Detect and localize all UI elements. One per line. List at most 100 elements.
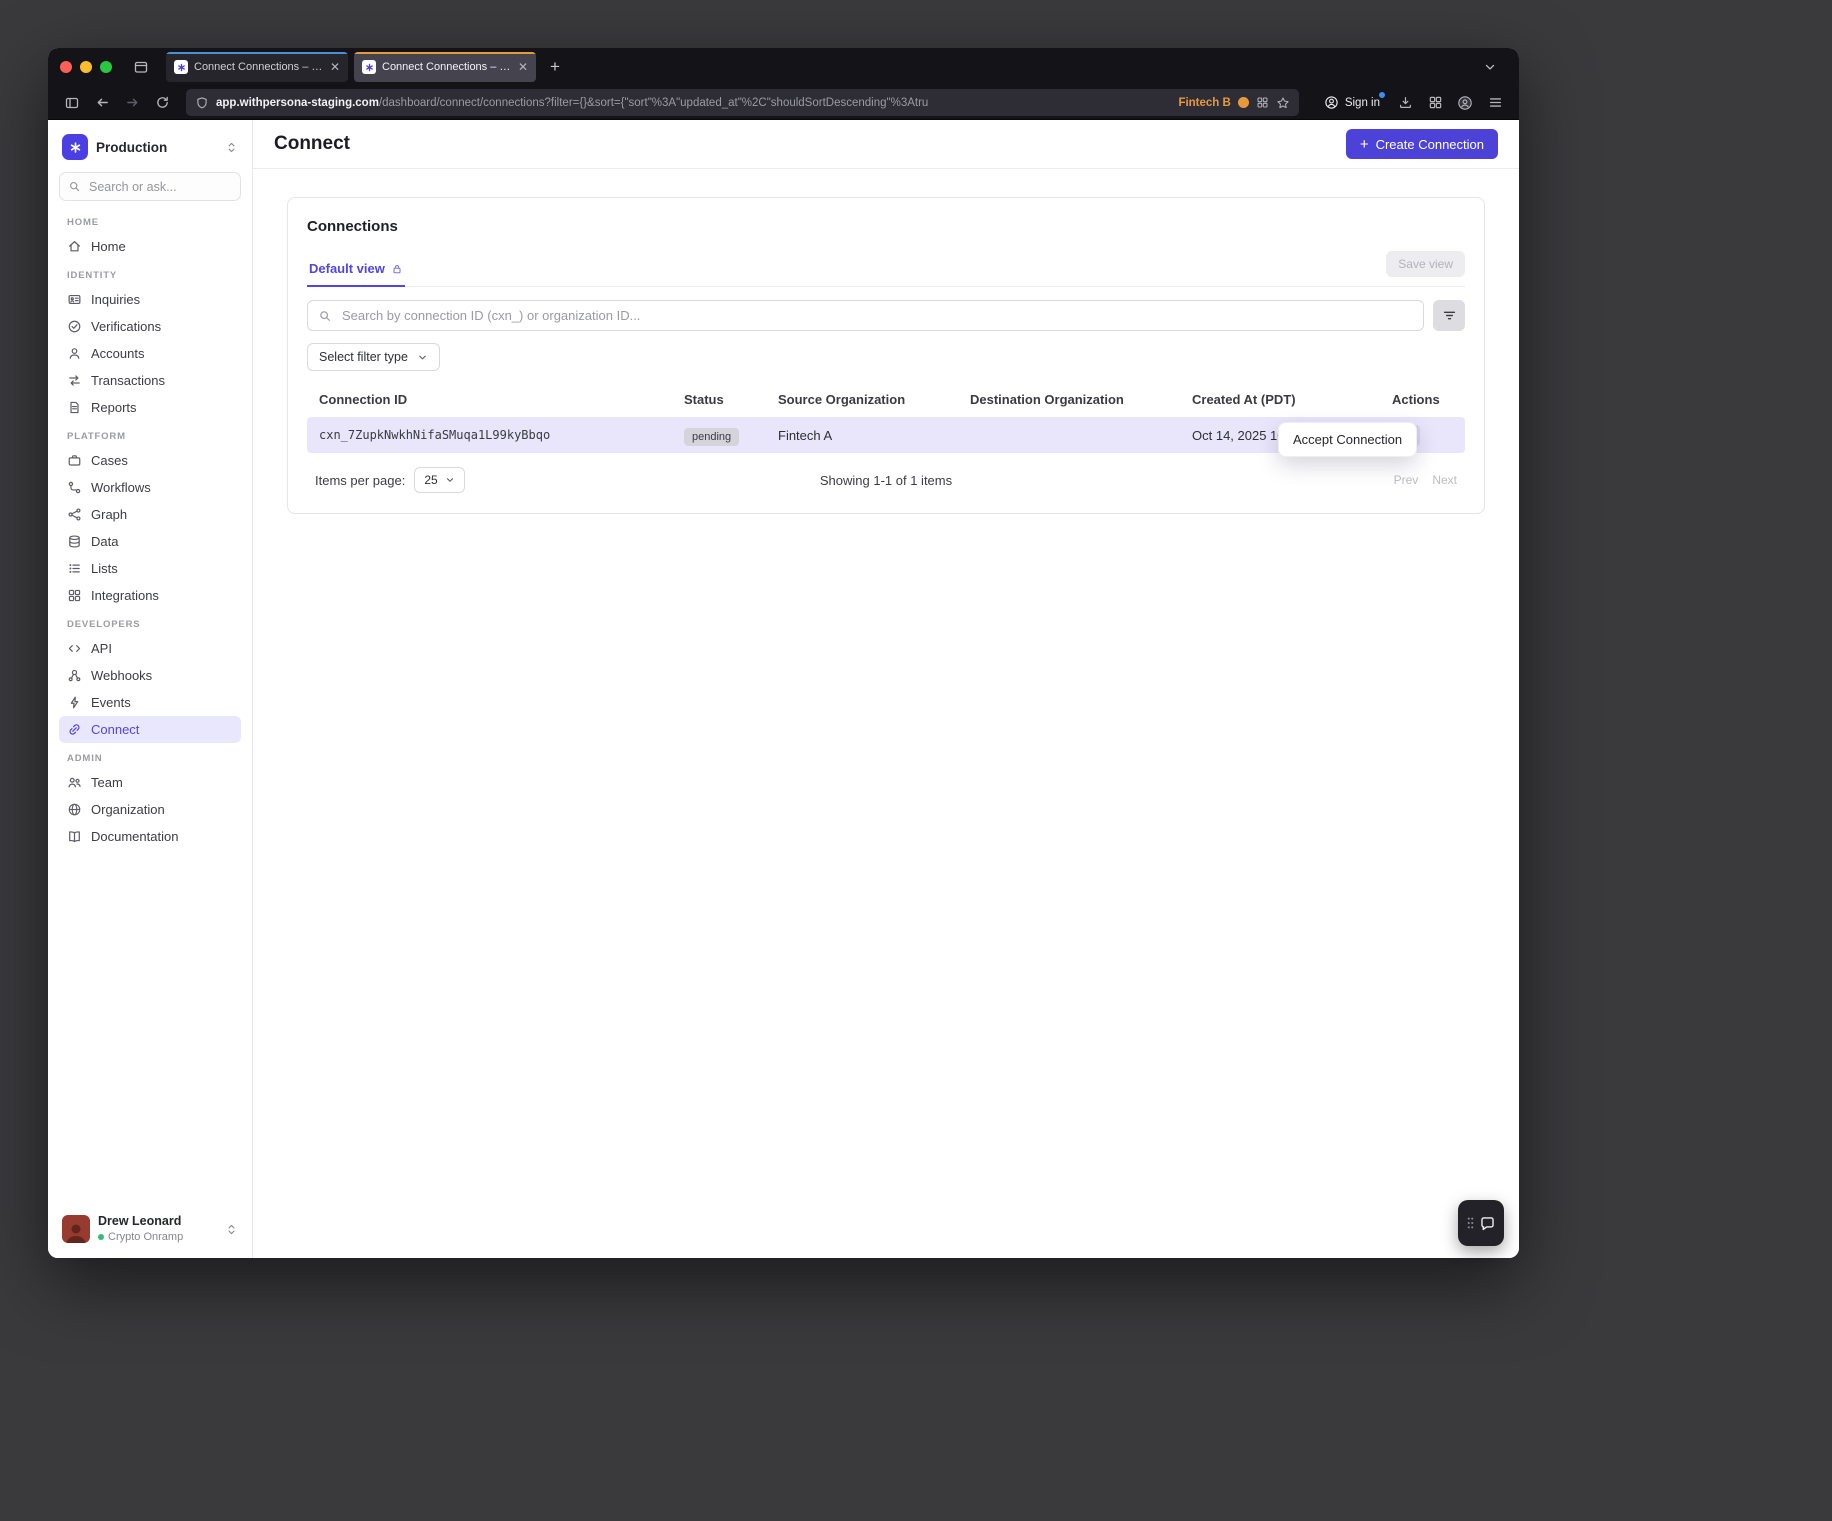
filter-button[interactable] xyxy=(1433,300,1465,331)
page-content: Connections Default view Save view xyxy=(253,169,1519,1258)
sidebar-item-transactions[interactable]: Transactions xyxy=(59,367,241,394)
connection-search[interactable] xyxy=(307,300,1424,331)
sidebar-item-inquiries[interactable]: Inquiries xyxy=(59,286,241,313)
extensions-grid-icon xyxy=(1428,95,1443,110)
back-button[interactable] xyxy=(88,89,116,117)
save-to-pocket-button[interactable] xyxy=(1391,89,1419,117)
prev-page-button[interactable]: Prev xyxy=(1394,473,1419,487)
card-title: Connections xyxy=(307,218,1465,235)
persona-app: Production HOME Home IDENTITY Inquiries xyxy=(48,120,1519,1258)
persona-favicon xyxy=(362,60,376,74)
reload-icon xyxy=(155,95,170,110)
reload-button[interactable] xyxy=(148,89,176,117)
next-page-button[interactable]: Next xyxy=(1432,473,1457,487)
filter-lines-icon xyxy=(1442,308,1457,323)
sidebar-item-documentation[interactable]: Documentation xyxy=(59,823,241,850)
col-status: Status xyxy=(684,392,778,407)
app-menu-button[interactable] xyxy=(1481,89,1509,117)
url-text: app.withpersona-staging.com/dashboard/co… xyxy=(216,97,1171,109)
chevron-down-icon xyxy=(445,475,455,485)
sidebar-item-team[interactable]: Team xyxy=(59,769,241,796)
extensions-button[interactable] xyxy=(1421,89,1449,117)
sidebar-item-accounts[interactable]: Accounts xyxy=(59,340,241,367)
user-workspace: Crypto Onramp xyxy=(98,1230,217,1244)
sidebar-search[interactable] xyxy=(59,172,241,201)
sidebar-item-organization[interactable]: Organization xyxy=(59,796,241,823)
search-icon xyxy=(68,180,81,193)
sidebar-item-events[interactable]: Events xyxy=(59,689,241,716)
sidebar-item-home[interactable]: Home xyxy=(59,233,241,260)
accept-connection-menu-item[interactable]: Accept Connection xyxy=(1293,432,1402,447)
shield-icon[interactable] xyxy=(195,96,209,110)
save-view-button[interactable]: Save view xyxy=(1386,251,1465,277)
sidebar-item-webhooks[interactable]: Webhooks xyxy=(59,662,241,689)
list-icon xyxy=(67,561,82,576)
col-destination-organization: Destination Organization xyxy=(970,392,1192,407)
user-meta: Drew Leonard Crypto Onramp xyxy=(98,1214,217,1244)
sidebar-item-integrations[interactable]: Integrations xyxy=(59,582,241,609)
sidebar-item-data[interactable]: Data xyxy=(59,528,241,555)
create-connection-button[interactable]: + Create Connection xyxy=(1346,129,1498,159)
tab-close-button[interactable]: ✕ xyxy=(330,61,340,73)
chevron-updown-icon xyxy=(225,1223,238,1236)
sidebar-search-input[interactable] xyxy=(87,179,232,195)
back-arrow-icon xyxy=(95,95,110,110)
bookmark-button[interactable] xyxy=(1276,96,1290,110)
user-switcher[interactable]: Drew Leonard Crypto Onramp xyxy=(59,1208,241,1246)
org-switcher[interactable]: Production xyxy=(59,134,241,172)
lock-icon xyxy=(391,263,403,275)
tab-connect-connections-1[interactable]: Connect Connections – Persona ✕ xyxy=(166,52,348,82)
arrows-exchange-icon xyxy=(67,373,82,388)
sidebar-item-connect[interactable]: Connect xyxy=(59,716,241,743)
sidebar-item-label: Organization xyxy=(91,802,165,817)
close-window-button[interactable] xyxy=(60,61,72,73)
environment-name: Production xyxy=(96,140,217,155)
items-per-page-value: 25 xyxy=(424,473,437,487)
sidebar-item-label: Accounts xyxy=(91,346,144,361)
globe-icon xyxy=(67,802,82,817)
sign-in-button[interactable]: Sign in xyxy=(1315,89,1389,116)
tab-close-button[interactable]: ✕ xyxy=(518,61,528,73)
profile-button[interactable] xyxy=(1451,89,1479,117)
zoom-window-button[interactable] xyxy=(100,61,112,73)
tab-title: Connect Connections – Persona xyxy=(382,61,512,73)
sidebar-toggle-button[interactable] xyxy=(58,89,86,117)
shortcuts-grid-button[interactable] xyxy=(1256,96,1269,109)
forward-button[interactable] xyxy=(118,89,146,117)
sidebar-item-api[interactable]: API xyxy=(59,635,241,662)
tab-default-view[interactable]: Default view xyxy=(307,261,405,287)
sidebar-item-label: Graph xyxy=(91,507,127,522)
sign-in-label: Sign in xyxy=(1345,97,1380,109)
sidebar-item-verifications[interactable]: Verifications xyxy=(59,313,241,340)
browser-window: Connect Connections – Persona ✕ Connect … xyxy=(48,48,1519,1258)
tab-connect-connections-2[interactable]: Connect Connections – Persona ✕ xyxy=(354,52,536,82)
person-silhouette-icon xyxy=(64,1221,88,1243)
search-icon xyxy=(318,309,332,323)
sidebar-item-graph[interactable]: Graph xyxy=(59,501,241,528)
sidebar-item-reports[interactable]: Reports xyxy=(59,394,241,421)
select-filter-type-button[interactable]: Select filter type xyxy=(307,343,440,371)
connection-search-input[interactable] xyxy=(340,307,1413,324)
list-all-tabs-button[interactable] xyxy=(1477,54,1503,80)
firefox-view-button[interactable] xyxy=(128,54,154,80)
items-per-page-label: Items per page: xyxy=(315,473,405,488)
sidebar-item-label: Verifications xyxy=(91,319,161,334)
items-per-page-select[interactable]: 25 xyxy=(414,467,464,493)
sidebar-item-lists[interactable]: Lists xyxy=(59,555,241,582)
col-actions: Actions xyxy=(1392,392,1453,407)
minimize-window-button[interactable] xyxy=(80,61,92,73)
sidebar-item-label: Home xyxy=(91,239,126,254)
new-tab-button[interactable]: + xyxy=(542,54,568,80)
sidebar-item-label: Webhooks xyxy=(91,668,152,683)
plus-icon: + xyxy=(1360,137,1369,152)
sidebar-item-label: Lists xyxy=(91,561,118,576)
support-widget[interactable] xyxy=(1458,1200,1504,1246)
sidebar-item-workflows[interactable]: Workflows xyxy=(59,474,241,501)
url-bar[interactable]: app.withpersona-staging.com/dashboard/co… xyxy=(186,89,1299,116)
sidebar-item-cases[interactable]: Cases xyxy=(59,447,241,474)
url-path: /dashboard/connect/connections?filter={}… xyxy=(379,97,928,109)
container-stripe xyxy=(354,52,536,54)
persona-logo-icon xyxy=(365,63,374,72)
sidebar-spacer xyxy=(59,850,241,1208)
nav-toolbar: app.withpersona-staging.com/dashboard/co… xyxy=(48,86,1519,120)
